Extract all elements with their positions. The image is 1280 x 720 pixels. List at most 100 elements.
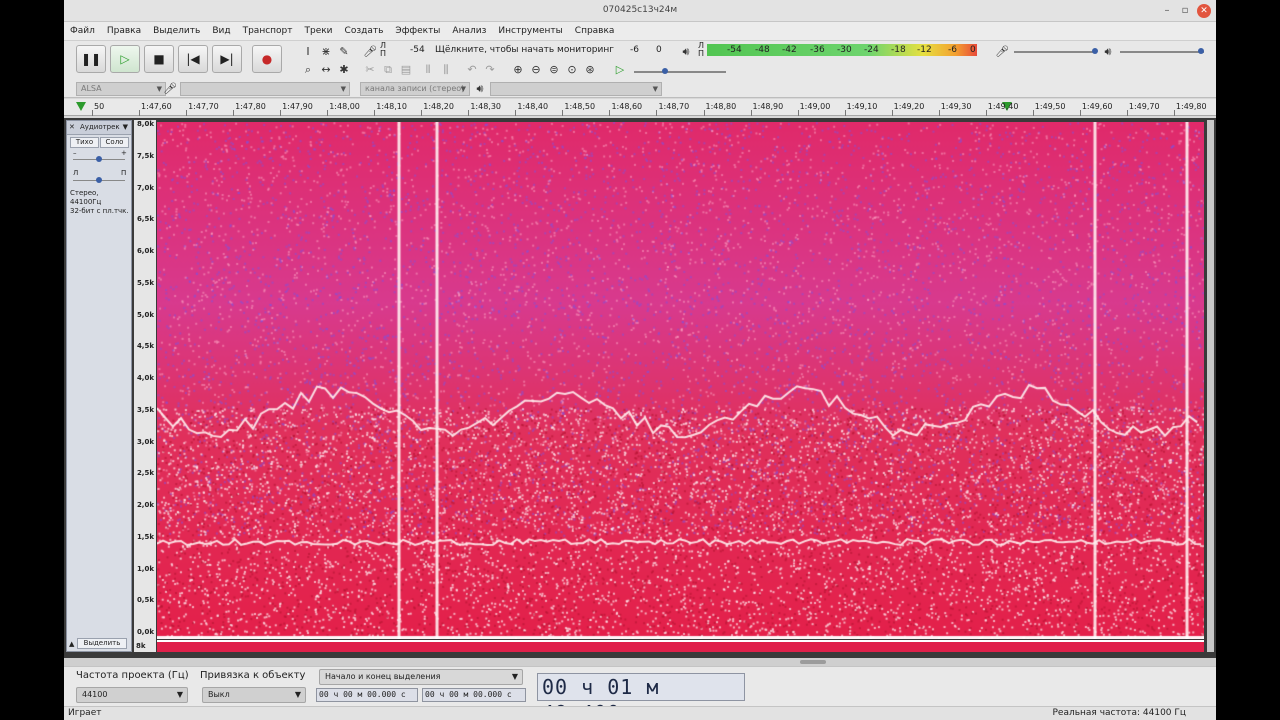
chevron-down-icon: ▼ xyxy=(176,690,183,699)
menu-view[interactable]: Вид xyxy=(212,26,230,36)
menu-help[interactable]: Справка xyxy=(575,26,615,36)
maximize-icon[interactable]: ▫ xyxy=(1178,4,1192,18)
collapse-arrow-icon[interactable]: ▲ xyxy=(69,640,74,648)
silence-icon[interactable]: ⫼ xyxy=(438,62,454,78)
stop-button[interactable]: ■ xyxy=(144,45,174,73)
frequency-axis-label: 5,0k xyxy=(136,310,154,319)
timeline-ruler[interactable]: 50 1:47,60 1:47,70 1:47,80 1:47,90 1:48,00 1:4… xyxy=(64,99,1216,116)
fit-project-icon[interactable]: ⊙ xyxy=(564,62,580,78)
trim-icon[interactable]: ⫴ xyxy=(420,62,436,78)
envelope-tool-icon[interactable]: ⋇ xyxy=(318,44,334,60)
multi-tool-icon[interactable]: ✱ xyxy=(336,62,352,78)
play-button[interactable]: ▷ xyxy=(110,45,140,73)
track-close-icon[interactable]: ✕ xyxy=(69,121,75,134)
rec-volume-knob[interactable] xyxy=(1092,48,1098,54)
gain-plus-label: + xyxy=(121,149,127,157)
ruler-tick-mark xyxy=(233,110,235,116)
draw-tool-icon[interactable]: ✎ xyxy=(336,44,352,60)
zoom-toggle-icon[interactable]: ⊛ xyxy=(582,62,598,78)
selection-start-field[interactable]: 00 ч 00 м 00.000 с xyxy=(316,688,418,702)
zoom-tool-icon[interactable]: ⌕ xyxy=(300,62,316,78)
play-volume-slider[interactable] xyxy=(1120,51,1204,53)
audio-host-select[interactable]: ALSA ▼ xyxy=(76,82,166,96)
paste-icon[interactable]: ▤ xyxy=(398,62,414,78)
monitor-hint[interactable]: Щёлкните, чтобы начать мониторинг xyxy=(435,45,614,55)
track-header[interactable]: ✕ Аудиотрек ▼ xyxy=(67,121,131,135)
play-speed-slider[interactable] xyxy=(634,71,726,73)
fit-selection-icon[interactable]: ⊜ xyxy=(546,62,562,78)
ruler-tick-label: 1:49,30 xyxy=(940,102,972,111)
zoom-in-icon[interactable]: ⊕ xyxy=(510,62,526,78)
frequency-axis-label: 4,5k xyxy=(136,342,154,351)
ruler-tick-mark xyxy=(280,110,282,116)
selection-tool-icon[interactable]: I xyxy=(300,44,316,60)
play-device-speaker-icon: 🔊︎ xyxy=(476,82,484,95)
skip-end-button[interactable]: ▶| xyxy=(212,45,242,73)
close-icon[interactable]: ✕ xyxy=(1197,4,1211,18)
ruler-tick-mark xyxy=(1079,110,1081,116)
minimize-icon[interactable]: – xyxy=(1160,4,1174,18)
playback-state: Играет xyxy=(68,708,102,718)
rec-volume-slider[interactable] xyxy=(1014,51,1096,53)
rec-device-select[interactable]: ▼ xyxy=(180,82,350,96)
record-button[interactable]: ● xyxy=(252,45,282,73)
cut-icon[interactable]: ✂ xyxy=(362,62,378,78)
skip-start-icon: |◀ xyxy=(186,52,200,66)
status-bar: Играет Реальная частота: 44100 Гц xyxy=(64,706,1216,720)
gain-knob[interactable] xyxy=(96,156,102,162)
skip-start-button[interactable]: |◀ xyxy=(178,45,208,73)
selection-end-field[interactable]: 00 ч 00 м 00.000 с xyxy=(422,688,526,702)
play-speed-knob[interactable] xyxy=(662,68,668,74)
audio-position-display[interactable]: 00 ч 01 м 49.400 с xyxy=(537,673,745,720)
menu-tracks[interactable]: Треки xyxy=(305,26,333,36)
menu-tools[interactable]: Инструменты xyxy=(498,26,562,36)
undo-icon[interactable]: ↶ xyxy=(464,62,480,78)
horizontal-scroll-thumb[interactable] xyxy=(800,660,826,664)
play-at-speed-icon[interactable]: ▷ xyxy=(612,62,628,78)
rec-channels-select[interactable]: канала записи (стерео) ▼ xyxy=(360,82,470,96)
speaker-icon[interactable]: 🔊︎ xyxy=(678,44,694,60)
skip-end-icon: ▶| xyxy=(220,52,234,66)
title-bar: 070425c13ч24м – ▫ ✕ xyxy=(64,0,1216,22)
redo-icon[interactable]: ↷ xyxy=(482,62,498,78)
pan-knob[interactable] xyxy=(96,177,102,183)
spectrogram-view[interactable] xyxy=(157,122,1204,639)
second-channel-axis-label: 8k xyxy=(136,642,146,650)
project-rate-select[interactable]: 44100 ▼ xyxy=(76,687,188,703)
track-info: Стерео, 44100Гц 32-бит с пл.тчк. xyxy=(70,189,131,216)
spectrogram-second-channel[interactable] xyxy=(157,640,1204,652)
track-name[interactable]: Аудиотрек xyxy=(80,121,120,134)
menu-file[interactable]: Файл xyxy=(70,26,95,36)
ruler-tick-label: 1:48,90 xyxy=(752,102,784,111)
project-rate-value: 44100 xyxy=(82,690,108,699)
copy-icon[interactable]: ⧉ xyxy=(380,62,396,78)
track-menu-chevron-icon[interactable]: ▼ xyxy=(123,121,128,134)
vertical-scrollbar[interactable] xyxy=(1207,120,1214,652)
menu-effects[interactable]: Эффекты xyxy=(395,26,440,36)
selection-mode-select[interactable]: Начало и конец выделения ▼ xyxy=(319,669,523,685)
horizontal-scrollbar[interactable] xyxy=(64,658,1216,666)
ruler-tick-mark xyxy=(139,110,141,116)
menu-transport[interactable]: Транспорт xyxy=(243,26,293,36)
ruler-tick-mark xyxy=(468,110,470,116)
snap-select[interactable]: Выкл ▼ xyxy=(202,687,306,703)
frequency-axis-label: 0,0k xyxy=(136,628,154,636)
microphone-icon[interactable]: 🎤︎ xyxy=(362,44,378,60)
mute-button[interactable]: Тихо xyxy=(70,137,99,148)
menu-generate[interactable]: Создать xyxy=(345,26,384,36)
ruler-tick-label: 1:49,70 xyxy=(1128,102,1160,111)
ruler-tick-mark xyxy=(797,110,799,116)
menu-analyze[interactable]: Анализ xyxy=(452,26,486,36)
menu-select[interactable]: Выделить xyxy=(153,26,200,36)
play-device-select[interactable]: ▼ xyxy=(490,82,662,96)
select-track-button[interactable]: Выделить xyxy=(77,638,127,649)
ruler-tick-mark xyxy=(656,110,658,116)
menu-edit[interactable]: Правка xyxy=(107,26,141,36)
zoom-out-icon[interactable]: ⊖ xyxy=(528,62,544,78)
timeshift-tool-icon[interactable]: ↔ xyxy=(318,62,334,78)
play-volume-knob[interactable] xyxy=(1198,48,1204,54)
rec-scale-zero: 0 xyxy=(656,45,662,55)
solo-button[interactable]: Соло xyxy=(100,137,129,148)
pause-button[interactable]: ❚❚ xyxy=(76,45,106,73)
snap-label: Привязка к объекту xyxy=(200,670,306,681)
